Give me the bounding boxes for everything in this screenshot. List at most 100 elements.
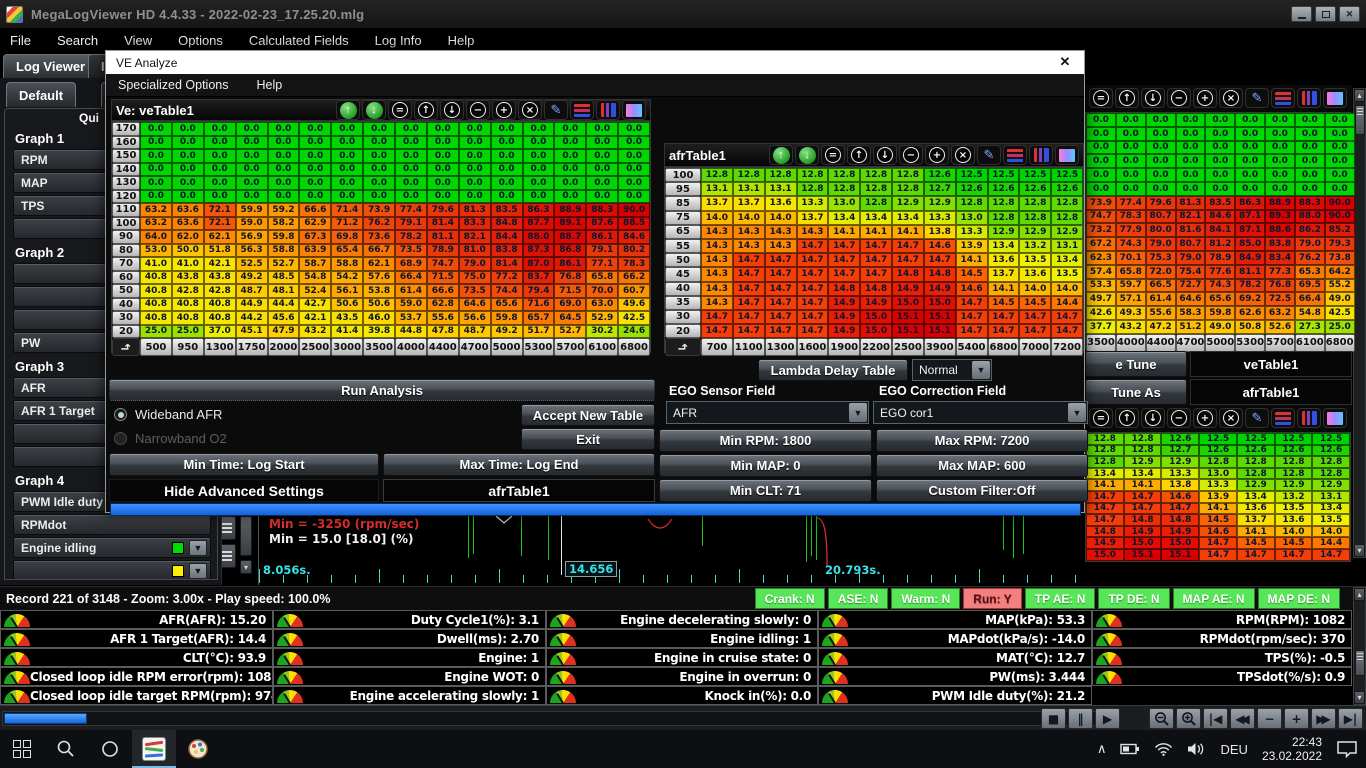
table-cell[interactable]: 0.0 <box>1205 154 1235 168</box>
min-clt-button[interactable]: Min CLT: 71 <box>659 479 872 502</box>
table-cell[interactable]: 58.8 <box>268 244 300 258</box>
skip-end-button[interactable]: ▶| <box>1338 708 1363 729</box>
table-cell[interactable]: 77.2 <box>491 271 523 285</box>
table-cell[interactable]: 86.1 <box>554 257 586 271</box>
table-cell[interactable]: 0.0 <box>299 122 331 136</box>
table-cell[interactable]: 44.4 <box>268 298 300 312</box>
table-cell[interactable]: 14.7 <box>1019 324 1051 338</box>
table-cell[interactable]: 62.8 <box>427 298 459 312</box>
table-cell[interactable]: 0.0 <box>1116 113 1146 127</box>
table-cell[interactable]: 88.9 <box>554 203 586 217</box>
gauge-field[interactable]: MAPdot(kPa/s): -14.0 <box>818 629 1092 648</box>
table-cell[interactable]: 49.3 <box>1116 306 1146 320</box>
table-cell[interactable]: 14.1 <box>860 225 892 239</box>
table-cell[interactable]: 49.6 <box>618 298 650 312</box>
table-cell[interactable]: 12.8 <box>1051 196 1083 210</box>
wifi-icon[interactable] <box>1154 742 1173 756</box>
table-cell[interactable]: 0.0 <box>140 122 172 136</box>
table-cell[interactable]: 14.3 <box>701 282 733 296</box>
gauge-field[interactable]: RPM(RPM): 1082 <box>1092 610 1352 629</box>
table-cell[interactable]: 14.3 <box>797 225 829 239</box>
table-cell[interactable]: 0.0 <box>1295 113 1325 127</box>
table-cell[interactable]: 83.7 <box>523 271 555 285</box>
gauge-field[interactable]: Engine: 1 <box>273 648 546 667</box>
cols-fill-icon[interactable] <box>596 100 620 120</box>
table-cell[interactable]: 0.0 <box>299 176 331 190</box>
plus-icon[interactable]: + <box>925 145 949 165</box>
table-cell[interactable]: 0.0 <box>459 136 491 150</box>
table-cell[interactable]: 14.7 <box>1237 549 1275 561</box>
table-cell[interactable]: 90.0 <box>618 203 650 217</box>
table-cell[interactable]: 74.7 <box>427 257 459 271</box>
table-cell[interactable]: 0.0 <box>395 136 427 150</box>
table-cell[interactable]: 87.3 <box>523 244 555 258</box>
log-scroll-thumb[interactable] <box>4 713 87 724</box>
table-cell[interactable]: 12.9 <box>988 225 1020 239</box>
table-cell[interactable]: 15.0 <box>1124 537 1162 549</box>
table-cell[interactable]: 59.8 <box>1205 306 1235 320</box>
table-cell[interactable]: 84.9 <box>1235 251 1265 265</box>
graph-scroll-down-icon[interactable]: ▾ <box>240 560 252 574</box>
chevron-down-icon[interactable]: ▼ <box>189 540 207 556</box>
table-cell[interactable]: 13.5 <box>1312 514 1350 526</box>
table-cell[interactable]: 0.0 <box>554 149 586 163</box>
table-cell[interactable]: 14.8 <box>1161 514 1199 526</box>
table-cell[interactable]: 0.0 <box>459 122 491 136</box>
table-cell[interactable]: 14.7 <box>765 296 797 310</box>
table-cell[interactable]: 14.1 <box>1086 479 1124 491</box>
table-cell[interactable]: 0.0 <box>204 136 236 150</box>
table-cell[interactable]: 13.6 <box>1237 503 1275 515</box>
table-cell[interactable]: 49.2 <box>491 325 523 339</box>
table-cell[interactable]: 70.1 <box>1116 251 1146 265</box>
table-cell[interactable]: 0.0 <box>618 163 650 177</box>
table-cell[interactable]: 73.9 <box>1086 196 1116 210</box>
table-cell[interactable]: 24.6 <box>618 325 650 339</box>
table-cell[interactable]: 13.3 <box>1161 468 1199 480</box>
table-cell[interactable]: 0.0 <box>1325 113 1355 127</box>
table-cell[interactable]: 0.0 <box>1235 141 1265 155</box>
stop-button[interactable]: ■ <box>1041 708 1066 729</box>
table-cell[interactable]: 57.1 <box>1116 292 1146 306</box>
table-cell[interactable]: 87.1 <box>1235 210 1265 224</box>
table-cell[interactable]: 0.0 <box>331 122 363 136</box>
table-cell[interactable]: 13.1 <box>733 182 765 196</box>
table-cell[interactable]: 77.3 <box>1265 265 1295 279</box>
table-cell[interactable]: 12.8 <box>860 182 892 196</box>
gauge-field[interactable]: Closed loop idle target RPM(rpm): 974 <box>0 686 273 705</box>
gauge-field[interactable]: TPS(%): -0.5 <box>1092 648 1352 667</box>
table-cell[interactable]: 62.6 <box>1235 306 1265 320</box>
table-cell[interactable]: 79.6 <box>427 203 459 217</box>
table-cell[interactable]: 90.0 <box>1325 196 1355 210</box>
dialog-title-bar[interactable]: VE Analyze ✕ <box>106 51 1084 74</box>
table-cell[interactable]: 13.1 <box>1051 239 1083 253</box>
table-cell[interactable]: 14.7 <box>733 296 765 310</box>
table-cell[interactable]: 55.2 <box>1325 279 1355 293</box>
table-cell[interactable]: 66.2 <box>618 271 650 285</box>
table-cell[interactable]: 83.5 <box>491 203 523 217</box>
table-cell[interactable]: 0.0 <box>427 176 459 190</box>
table-cell[interactable]: 62.9 <box>299 217 331 231</box>
table-cell[interactable]: 0.0 <box>204 163 236 177</box>
table-cell[interactable]: 40.8 <box>140 271 172 285</box>
table-cell[interactable]: 0.0 <box>1086 168 1116 182</box>
table-cell[interactable]: 88.7 <box>554 230 586 244</box>
table-cell[interactable]: 73.9 <box>363 203 395 217</box>
table-cell[interactable]: 0.0 <box>1176 154 1206 168</box>
table-cell[interactable]: 81.3 <box>1176 196 1206 210</box>
table-cell[interactable]: 57.6 <box>363 271 395 285</box>
table-cell[interactable]: 0.0 <box>395 163 427 177</box>
table-cell[interactable]: 13.2 <box>1019 239 1051 253</box>
pencil-icon[interactable]: ✎ <box>977 145 1001 165</box>
graph-field-rpmdot[interactable]: RPMdot <box>13 514 211 535</box>
table-cell[interactable]: 0.0 <box>1235 113 1265 127</box>
table-cell[interactable]: 88.5 <box>618 217 650 231</box>
menu-item-options[interactable]: Options <box>178 33 223 48</box>
table-cell[interactable]: 0.0 <box>586 163 618 177</box>
table-cell[interactable]: 83.4 <box>1265 251 1295 265</box>
table-cell[interactable]: 14.7 <box>1124 503 1162 515</box>
menu-item-view[interactable]: View <box>124 33 152 48</box>
table-cell[interactable]: 48.1 <box>268 284 300 298</box>
table-cell[interactable]: 12.5 <box>1051 168 1083 182</box>
table-cell[interactable]: 79.1 <box>395 217 427 231</box>
gradient-fill-icon[interactable] <box>622 100 646 120</box>
